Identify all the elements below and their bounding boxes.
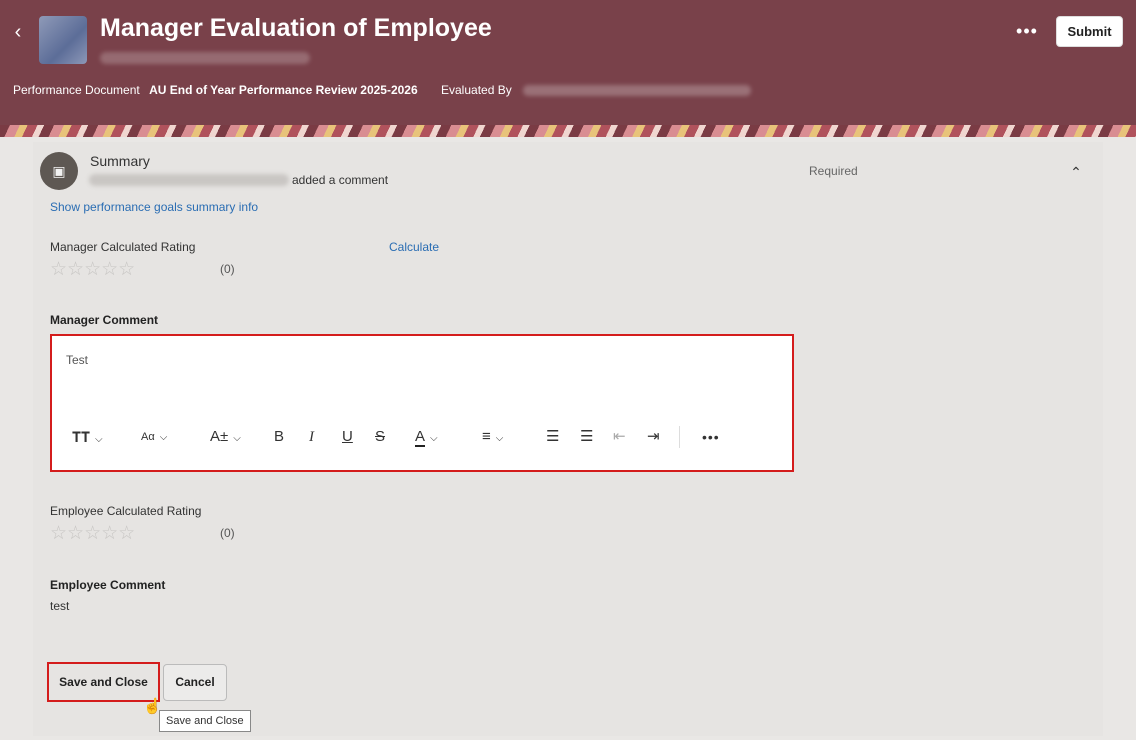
- superscript-icon: A±: [210, 428, 229, 445]
- font-size-button[interactable]: Aα ⌵: [141, 424, 167, 450]
- evaluated-by-label: Evaluated By: [441, 83, 512, 97]
- employee-name-redacted: [100, 52, 310, 64]
- italic-icon: I: [309, 429, 314, 445]
- save-and-close-button[interactable]: Save and Close: [47, 662, 160, 702]
- show-goals-summary-link[interactable]: Show performance goals summary info: [50, 200, 258, 214]
- underline-button[interactable]: U: [342, 424, 353, 450]
- manager-rating-count: (0): [220, 262, 235, 276]
- chevron-down-icon: ⌵: [159, 432, 168, 443]
- font-color-button[interactable]: A ⌵: [415, 424, 438, 450]
- superscript-button[interactable]: A± ⌵: [210, 424, 241, 450]
- align-button[interactable]: ≡ ⌵: [482, 424, 503, 450]
- chevron-down-icon: ⌵: [495, 433, 504, 444]
- numbered-list-button[interactable]: ☰: [580, 424, 593, 450]
- indent-icon: ⇥: [647, 428, 660, 445]
- page-title: Manager Evaluation of Employee: [100, 14, 492, 42]
- chevron-down-icon: ⌵: [233, 433, 241, 444]
- commenter-name-redacted: [89, 174, 289, 186]
- bulleted-list-icon: ☰: [546, 428, 560, 445]
- chevron-left-icon: ‹: [14, 21, 22, 43]
- calculate-link[interactable]: Calculate: [389, 240, 439, 254]
- chevron-down-icon: ⌵: [95, 434, 103, 445]
- page-header: ‹ Manager Evaluation of Employee Perform…: [0, 0, 1136, 125]
- underline-icon: U: [342, 428, 353, 445]
- bold-button[interactable]: B: [274, 424, 284, 450]
- required-label: Required: [809, 164, 858, 178]
- more-icon: •••: [702, 429, 720, 445]
- manager-comment-editor[interactable]: Test 𝐓𝐓 ⌵ Aα ⌵ A± ⌵ B I U S A ⌵ ≡ ⌵ ☰ ☰ ⇤ ⇥ •…: [50, 334, 794, 472]
- employee-rating-label: Employee Calculated Rating: [50, 504, 202, 518]
- performance-document-label: Performance Document: [13, 83, 140, 97]
- employee-comment-label: Employee Comment: [50, 578, 166, 592]
- back-button[interactable]: ‹: [8, 20, 28, 44]
- summary-avatar: ▣: [40, 152, 78, 190]
- more-icon: •••: [1016, 21, 1038, 41]
- cancel-button[interactable]: Cancel: [163, 664, 227, 701]
- outdent-button[interactable]: ⇤: [613, 424, 626, 450]
- collapse-button[interactable]: ⌃: [1065, 161, 1087, 183]
- font-color-icon: A: [415, 428, 426, 447]
- manager-rating-stars: ☆☆☆☆☆: [50, 259, 136, 280]
- manager-comment-text[interactable]: Test: [66, 353, 88, 367]
- submit-button[interactable]: Submit: [1056, 16, 1123, 47]
- manager-comment-label: Manager Comment: [50, 313, 159, 327]
- numbered-list-icon: ☰: [580, 428, 594, 445]
- outdent-icon: ⇤: [613, 428, 626, 445]
- text-size-icon: 𝐓𝐓: [72, 429, 91, 445]
- strikethrough-icon: S: [375, 428, 386, 445]
- performance-document-value: AU End of Year Performance Review 2025-2…: [149, 83, 418, 97]
- chevron-up-icon: ⌃: [1070, 164, 1082, 180]
- save-close-tooltip: Save and Close: [159, 710, 251, 732]
- toolbar-divider: [679, 426, 680, 448]
- more-actions-button[interactable]: •••: [1012, 20, 1042, 44]
- manager-rating-label: Manager Calculated Rating: [50, 240, 196, 254]
- added-comment-text: added a comment: [292, 173, 389, 187]
- employee-avatar: [39, 16, 87, 64]
- more-formatting-button[interactable]: •••: [702, 424, 720, 450]
- align-icon: ≡: [482, 428, 491, 445]
- summary-title: Summary: [90, 153, 150, 169]
- decorative-banner: [0, 125, 1136, 137]
- chevron-down-icon: ⌵: [430, 433, 438, 444]
- employee-comment-value: test: [50, 599, 70, 613]
- chart-icon: ▣: [52, 163, 66, 179]
- editor-toolbar: 𝐓𝐓 ⌵ Aα ⌵ A± ⌵ B I U S A ⌵ ≡ ⌵ ☰ ☰ ⇤ ⇥ •••: [52, 424, 792, 450]
- text-size-button[interactable]: 𝐓𝐓 ⌵: [72, 424, 103, 450]
- italic-button[interactable]: I: [309, 424, 314, 450]
- bold-icon: B: [274, 428, 285, 445]
- evaluated-by-redacted: [523, 85, 752, 97]
- strikethrough-button[interactable]: S: [375, 424, 385, 450]
- header-meta: Performance Document AU End of Year Perf…: [13, 83, 752, 97]
- bulleted-list-button[interactable]: ☰: [546, 424, 559, 450]
- font-size-icon: Aα: [141, 431, 155, 443]
- employee-rating-stars: ☆☆☆☆☆: [50, 523, 136, 544]
- indent-button[interactable]: ⇥: [647, 424, 660, 450]
- employee-rating-count: (0): [220, 526, 235, 540]
